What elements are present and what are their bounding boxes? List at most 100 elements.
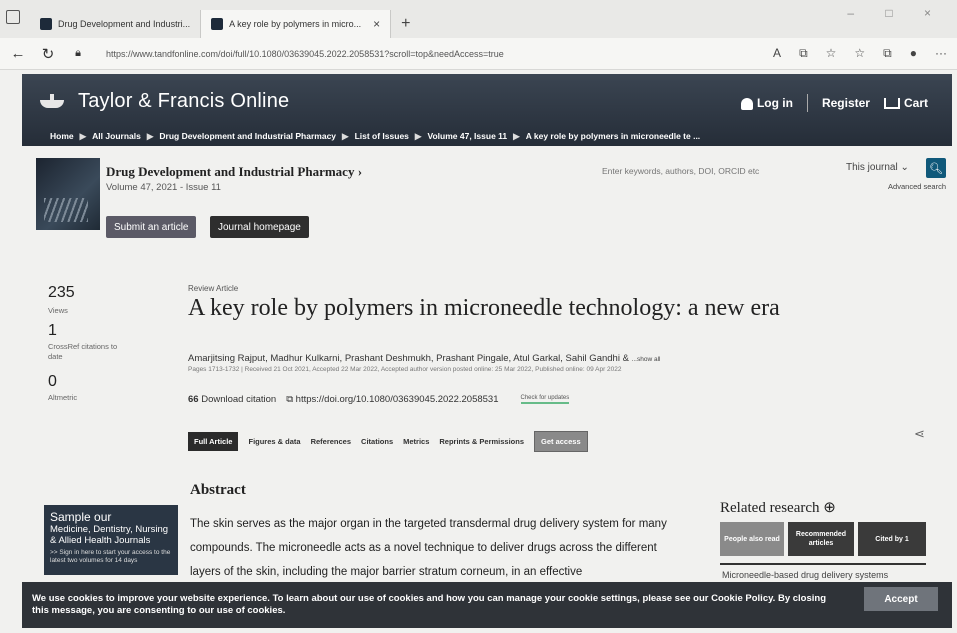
- doi-text: https://doi.org/10.1080/03639045.2022.20…: [295, 394, 499, 405]
- search-icon: 🔍︎: [929, 162, 943, 175]
- arrow-icon: ▶: [342, 131, 349, 141]
- altmetric-label[interactable]: Altmetric: [48, 393, 118, 403]
- tab-actions-icon[interactable]: [6, 10, 20, 24]
- advanced-search-link[interactable]: Advanced search: [888, 182, 946, 191]
- site-header: Taylor & Francis Online Log in Register …: [22, 74, 952, 146]
- collections-icon[interactable]: ⧉: [883, 46, 892, 61]
- search-input[interactable]: [602, 160, 832, 182]
- back-arrow-icon[interactable]: ←: [10, 45, 26, 62]
- views-label: Views: [48, 306, 68, 315]
- share-icon[interactable]: ⋖: [914, 426, 925, 442]
- arrow-icon: ▶: [146, 131, 154, 141]
- promo-line-2: Medicine, Dentistry, Nursing & Allied He…: [50, 524, 169, 546]
- favorites-list-icon[interactable]: ☆: [854, 46, 865, 61]
- download-citation-link[interactable]: 66 Download citation: [188, 394, 276, 405]
- journal-bar: Drug Development and Industrial Pharmacy…: [22, 150, 952, 244]
- tf-favicon-icon: [40, 18, 52, 30]
- journal-volume: Volume 47, 2021 - Issue 11: [106, 182, 221, 193]
- submit-article-button[interactable]: Submit an article: [106, 216, 197, 238]
- arrow-icon: ▶: [414, 131, 422, 141]
- views-count: 235: [48, 284, 75, 301]
- person-icon: [740, 97, 753, 110]
- doi-link[interactable]: ⧉ https://doi.org/10.1080/03639045.2022.…: [286, 394, 498, 405]
- login-label: Log in: [756, 96, 793, 110]
- tf-favicon-icon: [211, 18, 224, 30]
- related-heading-text: Related research: [720, 500, 820, 516]
- journal-cover-image[interactable]: [36, 158, 100, 230]
- more-menu-icon[interactable]: ···: [935, 46, 947, 61]
- divider: [806, 94, 808, 112]
- tab-label: Drug Development and Industri...: [58, 19, 191, 29]
- login-link[interactable]: Log in: [740, 96, 793, 110]
- window-controls[interactable]: – □ ×: [847, 6, 945, 20]
- related-research-heading: Related research ⊕: [720, 498, 836, 517]
- tab-figures-data[interactable]: Figures & data: [248, 437, 300, 446]
- new-tab-icon[interactable]: +: [391, 10, 420, 38]
- publication-info: Pages 1713-1732 | Received 21 Oct 2021, …: [188, 366, 622, 373]
- tab-reprints-permissions[interactable]: Reprints & Permissions: [439, 437, 524, 446]
- cart-link[interactable]: Cart: [883, 96, 928, 110]
- article-links: 66 Download citation ⧉ https://doi.org/1…: [188, 394, 570, 405]
- browser-toolbar: A ⧉ ☆ ☆ ⧉ ● ···: [773, 46, 947, 61]
- close-tab-icon[interactable]: ×: [373, 17, 380, 31]
- cart-icon: [883, 98, 900, 110]
- accept-cookies-button[interactable]: Accept: [864, 587, 938, 611]
- crossref-label[interactable]: CrossRef citations to date: [48, 342, 118, 362]
- crossref-count: 1: [48, 322, 57, 339]
- reader-view-icon[interactable]: ⧉: [799, 46, 808, 61]
- abstract-heading: Abstract: [190, 482, 246, 498]
- logo-text: Taylor & Francis Online: [78, 90, 290, 112]
- related-article-link[interactable]: Microneedle-based drug delivery systems: [722, 570, 888, 580]
- article-title: A key role by polymers in microneedle te…: [188, 295, 780, 321]
- browser-tab-article[interactable]: A key role by polymers in micro... ×: [201, 10, 392, 38]
- authors-text[interactable]: Amarjitsing Rajput, Madhur Kulkarni, Pra…: [188, 353, 629, 364]
- lock-icon[interactable]: 🔒︎: [70, 47, 86, 60]
- tab-full-article[interactable]: Full Article: [188, 432, 239, 451]
- arrow-icon: ▶: [513, 131, 520, 141]
- abstract-text: The skin serves as the major organ in th…: [190, 518, 667, 578]
- sample-journals-promo[interactable]: Sample our Medicine, Dentistry, Nursing …: [44, 505, 178, 575]
- cart-label: Cart: [903, 96, 928, 110]
- search-scope-select[interactable]: This journal ⌄: [846, 162, 909, 173]
- author-list: Amarjitsing Rajput, Madhur Kulkarni, Pra…: [188, 353, 660, 364]
- breadcrumb-journal[interactable]: Drug Development and Industrial Pharmacy: [159, 131, 336, 142]
- tab-metrics[interactable]: Metrics: [403, 437, 429, 446]
- breadcrumb-all-journals[interactable]: All Journals: [92, 131, 141, 142]
- tab-people-also-read[interactable]: People also read: [720, 522, 784, 556]
- search-button[interactable]: 🔍︎: [926, 158, 946, 178]
- journal-title[interactable]: Drug Development and Industrial Pharmacy…: [106, 164, 362, 180]
- arrow-icon: ▶: [79, 131, 87, 141]
- info-icon[interactable]: ⊕: [823, 500, 836, 516]
- journal-homepage-button[interactable]: Journal homepage: [210, 216, 309, 238]
- chevron-down-icon: ⌄: [900, 162, 909, 173]
- breadcrumb-volume[interactable]: Volume 47, Issue 11: [427, 131, 507, 142]
- tab-recommended-articles[interactable]: Recommended articles: [788, 522, 854, 556]
- tab-cited-by[interactable]: Cited by 1: [858, 522, 926, 556]
- register-link[interactable]: Register: [822, 96, 870, 110]
- promo-line-1: Sample our: [50, 510, 112, 524]
- site-logo[interactable]: Taylor & Francis Online: [38, 90, 289, 113]
- cookie-text: We use cookies to improve your website e…: [32, 593, 827, 616]
- refresh-icon[interactable]: ↻: [40, 45, 56, 63]
- browser-tab-journal[interactable]: Drug Development and Industri...: [30, 10, 202, 38]
- divider: [720, 563, 926, 565]
- cookie-banner: We use cookies to improve your website e…: [22, 582, 952, 628]
- tab-references[interactable]: References: [311, 437, 351, 446]
- download-citation-label: Download citation: [201, 394, 277, 405]
- profile-icon[interactable]: ●: [910, 46, 917, 61]
- breadcrumb-home[interactable]: Home: [50, 131, 74, 142]
- address-bar: ← ↻ 🔒︎ https://www.tandfonline.com/doi/f…: [0, 38, 957, 70]
- tab-citations[interactable]: Citations: [361, 437, 393, 446]
- check-for-updates-badge[interactable]: Check for updates: [520, 395, 570, 404]
- altmetric-count: 0: [48, 373, 57, 390]
- external-link-icon: ⧉: [286, 394, 294, 405]
- article-type: Review Article: [188, 284, 239, 293]
- favorite-star-icon[interactable]: ☆: [826, 46, 837, 61]
- show-all-authors-link[interactable]: ...show all: [632, 356, 661, 363]
- get-access-button[interactable]: Get access: [534, 431, 588, 452]
- url-field[interactable]: https://www.tandfonline.com/doi/full/10.…: [100, 49, 759, 59]
- breadcrumb-issues[interactable]: List of Issues: [355, 131, 409, 142]
- read-aloud-icon[interactable]: A: [773, 46, 781, 61]
- tab-label: A key role by polymers in micro...: [229, 19, 362, 29]
- breadcrumb: Home ▶ All Journals ▶ Drug Development and…: [50, 131, 700, 142]
